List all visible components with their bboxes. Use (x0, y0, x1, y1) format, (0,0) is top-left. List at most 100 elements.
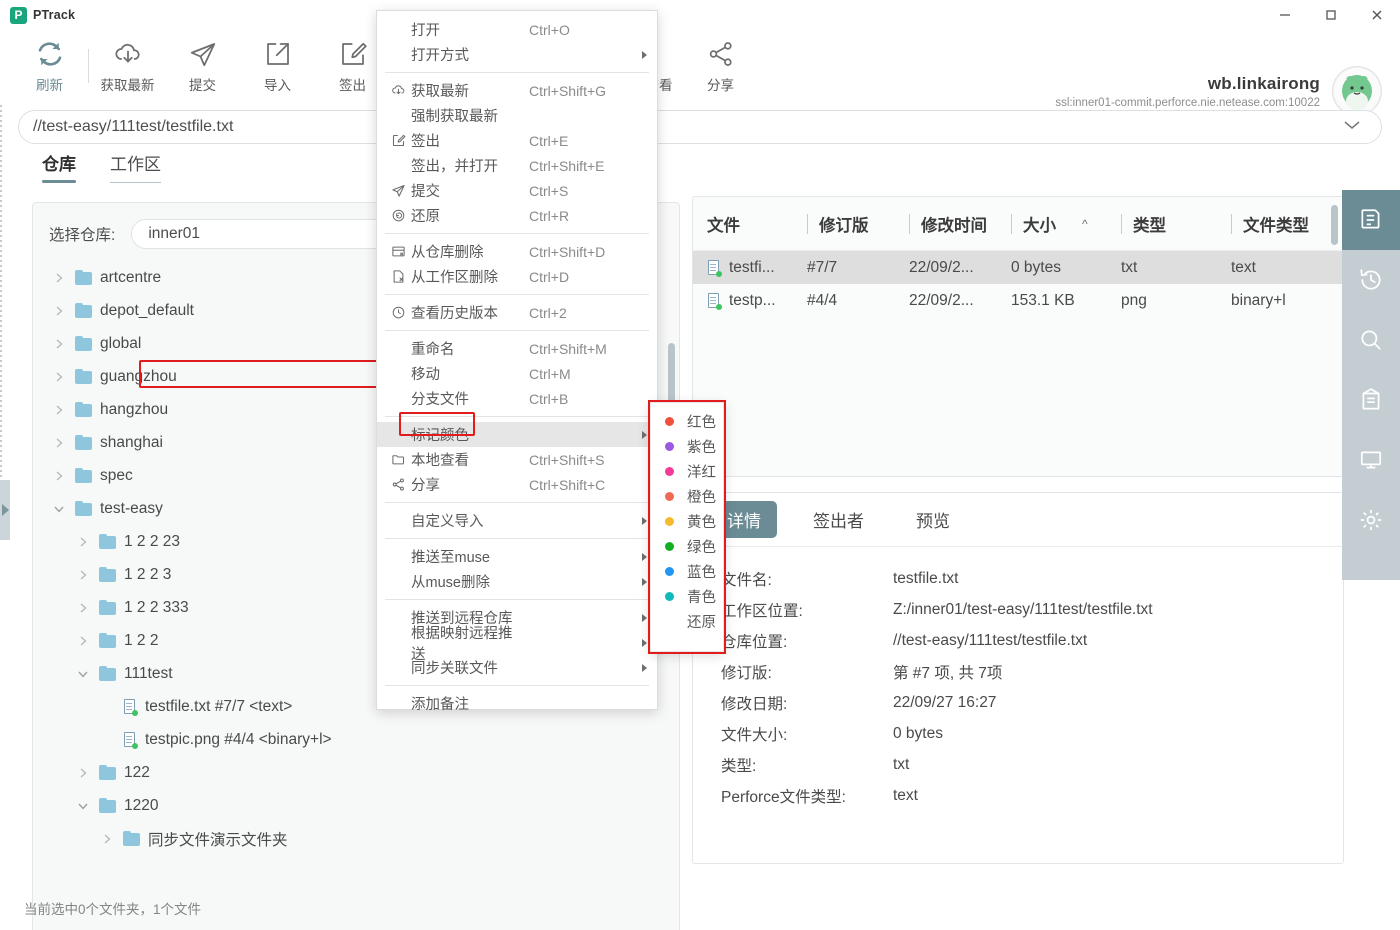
menu-item[interactable]: 添加备注 (377, 691, 657, 716)
chevron-right-icon[interactable] (51, 272, 67, 284)
menu-separator (385, 72, 649, 73)
color-menu-item[interactable]: 绿色 (651, 534, 723, 559)
chevron-right-icon[interactable] (51, 371, 67, 383)
column-header-modified[interactable]: 修改时间 (909, 212, 1011, 236)
menu-item[interactable]: 标记颜色 (377, 422, 657, 447)
column-header-type[interactable]: 类型 (1121, 212, 1231, 236)
submenu-arrow-icon (642, 663, 647, 672)
chevron-right-icon[interactable] (51, 338, 67, 350)
menu-item-shortcut: Ctrl+2 (529, 304, 567, 321)
color-menu-item[interactable]: 黄色 (651, 509, 723, 534)
color-menu-item[interactable]: 洋红 (651, 459, 723, 484)
avatar[interactable] (1332, 66, 1382, 116)
column-header-filetype[interactable]: 文件类型 (1231, 212, 1341, 236)
refresh-icon (35, 38, 65, 70)
menu-item[interactable]: 重命名 Ctrl+Shift+M (377, 336, 657, 361)
menu-item[interactable]: 打开方式 (377, 42, 657, 67)
color-dot-icon (665, 492, 674, 501)
maximize-button[interactable] (1308, 0, 1354, 30)
menu-item[interactable]: 移动 Ctrl+M (377, 361, 657, 386)
rail-item-search[interactable] (1342, 310, 1400, 370)
column-header-size[interactable]: 大小 ^ (1011, 212, 1121, 236)
toolbar-button-share[interactable]: 分享 (683, 32, 758, 100)
chevron-right-icon[interactable] (51, 404, 67, 416)
color-dot-icon (665, 592, 674, 601)
menu-item[interactable]: 根据映射远程推送 (377, 626, 657, 663)
menu-item[interactable]: 分支文件 Ctrl+B (377, 386, 657, 411)
menu-item[interactable]: 提交 Ctrl+S (377, 178, 657, 203)
user-info[interactable]: wb.linkairong ssl:inner01-commit.perforc… (1055, 66, 1382, 116)
rail-item-history[interactable] (1342, 250, 1400, 310)
detail-row: 文件名: testfile.txt (721, 563, 1343, 594)
toolbar-label: 分享 (707, 78, 734, 93)
menu-item[interactable]: 本地查看 Ctrl+Shift+S (377, 447, 657, 472)
left-panel-collapse-handle[interactable] (0, 480, 10, 540)
chevron-right-icon[interactable] (99, 833, 115, 845)
path-input[interactable]: //test-easy/111test/testfile.txt (33, 118, 1341, 136)
chevron-right-icon[interactable] (75, 602, 91, 614)
close-button[interactable] (1354, 0, 1400, 30)
color-menu-item[interactable]: 红色 (651, 409, 723, 434)
chevron-right-icon[interactable] (75, 536, 91, 548)
menu-item[interactable]: 强制获取最新 (377, 103, 657, 128)
chevron-right-icon[interactable] (51, 470, 67, 482)
delete-workspace-icon (385, 269, 411, 284)
menu-item[interactable]: 还原 Ctrl+R (377, 203, 657, 228)
tab-checked-out-by[interactable]: 签出者 (797, 501, 880, 538)
menu-item[interactable]: 获取最新 Ctrl+Shift+G (377, 78, 657, 103)
menu-item-label: 强制获取最新 (411, 109, 498, 125)
file-list-scrollbar[interactable] (1331, 205, 1338, 245)
table-row[interactable]: testfi... #7/7 22/09/2... 0 bytes txt text (693, 251, 1343, 284)
folder-icon (99, 665, 116, 681)
minimize-button[interactable] (1262, 0, 1308, 30)
color-menu-item[interactable]: 还原 (651, 609, 723, 634)
menu-item[interactable]: 查看历史版本 Ctrl+2 (377, 300, 657, 325)
tree-folder-item[interactable]: 1220 (33, 789, 679, 822)
menu-item[interactable]: 签出 Ctrl+E (377, 128, 657, 153)
menu-item[interactable]: 从工作区删除 Ctrl+D (377, 264, 657, 289)
chevron-right-icon[interactable] (75, 569, 91, 581)
tree-folder-item[interactable]: 同步文件演示文件夹 (33, 822, 679, 855)
column-header-size-label: 大小 (1023, 216, 1056, 235)
chevron-right-icon[interactable] (51, 305, 67, 317)
toolbar-button-import[interactable]: 导入 (240, 32, 315, 100)
rail-item-monitor[interactable] (1342, 430, 1400, 490)
tab-depot[interactable]: 仓库 (42, 150, 76, 183)
chevron-down-icon[interactable] (51, 503, 67, 515)
menu-item[interactable]: 打开 Ctrl+O (377, 17, 657, 42)
path-bar[interactable]: //test-easy/111test/testfile.txt (18, 110, 1382, 144)
color-menu-item[interactable]: 橙色 (651, 484, 723, 509)
tree-folder-item[interactable]: 122 (33, 756, 679, 789)
menu-item[interactable]: 签出，并打开 Ctrl+Shift+E (377, 153, 657, 178)
menu-item[interactable]: 自定义导入 (377, 508, 657, 533)
column-header-file[interactable]: 文件 (707, 212, 807, 236)
color-menu-item[interactable]: 蓝色 (651, 559, 723, 584)
menu-item[interactable]: 从仓库删除 Ctrl+Shift+D (377, 239, 657, 264)
chevron-down-icon[interactable] (75, 668, 91, 680)
menu-item[interactable]: 分享 Ctrl+Shift+C (377, 472, 657, 497)
rail-item-settings[interactable] (1342, 490, 1400, 550)
tree-file-item[interactable]: testpic.png #4/4 <binary+l> (33, 723, 679, 756)
chevron-right-icon[interactable] (51, 437, 67, 449)
chevron-right-icon[interactable] (75, 635, 91, 647)
color-menu-item[interactable]: 紫色 (651, 434, 723, 459)
toolbar-button-refresh[interactable]: 刷新 (12, 32, 87, 100)
table-row[interactable]: testp... #4/4 22/09/2... 153.1 KB png binary+… (693, 284, 1343, 317)
rail-item-details[interactable] (1342, 190, 1400, 250)
tab-preview[interactable]: 预览 (900, 501, 966, 538)
menu-item[interactable]: 从muse删除 (377, 569, 657, 594)
toolbar-button-submit[interactable]: 提交 (165, 32, 240, 100)
menu-item[interactable]: 推送至muse (377, 544, 657, 569)
color-menu-label: 紫色 (687, 440, 716, 456)
menu-item[interactable]: 同步关联文件 (377, 655, 657, 680)
tab-workspace[interactable]: 工作区 (110, 150, 161, 183)
color-menu-item[interactable]: 青色 (651, 584, 723, 609)
context-menu[interactable]: 打开 Ctrl+O 打开方式获取最新 Ctrl+Shift+G 强制获取最新签出 Ctrl… (376, 10, 658, 713)
color-submenu[interactable]: 红色紫色洋红 橙色 黄色 绿色 蓝色 青色 还原 (650, 402, 724, 652)
chevron-down-icon[interactable] (1341, 118, 1367, 137)
column-header-revision[interactable]: 修订版 (807, 212, 909, 236)
toolbar-button-get-latest[interactable]: 获取最新 (90, 32, 165, 100)
rail-item-archive[interactable] (1342, 370, 1400, 430)
chevron-down-icon[interactable] (75, 800, 91, 812)
chevron-right-icon[interactable] (75, 767, 91, 779)
